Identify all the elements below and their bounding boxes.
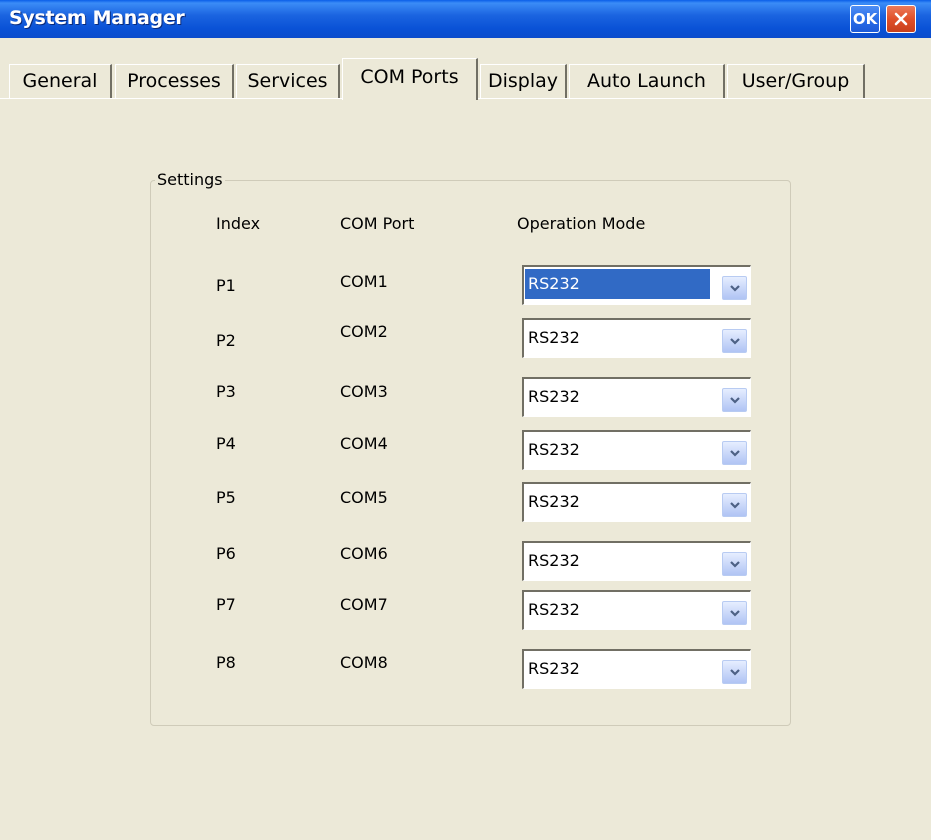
row-index: P5 — [216, 488, 236, 507]
settings-group-label: Settings — [155, 170, 225, 189]
tab-processes[interactable]: Processes — [115, 64, 234, 98]
operation-mode-select-p1[interactable]: RS232 — [522, 265, 751, 305]
row-index: P6 — [216, 544, 236, 563]
chevron-down-icon — [729, 501, 740, 509]
chevron-down-icon — [729, 449, 740, 457]
row-index: P8 — [216, 653, 236, 672]
dropdown-button[interactable] — [722, 329, 747, 353]
row-index: P1 — [216, 276, 236, 295]
operation-mode-select-p5[interactable]: RS232 — [522, 482, 751, 522]
chevron-down-icon — [729, 337, 740, 345]
tab-label: COM Ports — [360, 66, 459, 88]
chevron-down-icon — [729, 609, 740, 617]
ok-button[interactable]: OK — [850, 5, 880, 33]
operation-mode-select-p8[interactable]: RS232 — [522, 649, 751, 689]
header-index: Index — [216, 214, 261, 233]
combo-value: RS232 — [525, 269, 710, 299]
combo-value: RS232 — [528, 492, 580, 511]
tab-user-group[interactable]: User/Group — [727, 64, 865, 98]
dropdown-button[interactable] — [722, 552, 747, 576]
tab-services[interactable]: Services — [236, 64, 340, 98]
combo-value: RS232 — [528, 600, 580, 619]
header-com-port: COM Port — [340, 214, 415, 233]
row-index: P4 — [216, 434, 236, 453]
row-index: P3 — [216, 382, 236, 401]
title-bar: System Manager OK — [0, 0, 931, 38]
dropdown-button[interactable] — [722, 388, 747, 412]
tab-label: General — [22, 70, 98, 92]
row-index: P2 — [216, 331, 236, 350]
combo-value: RS232 — [528, 387, 580, 406]
row-index: P7 — [216, 595, 236, 614]
tab-label: Processes — [127, 70, 221, 92]
tab-auto-launch[interactable]: Auto Launch — [569, 64, 725, 98]
tab-display[interactable]: Display — [480, 64, 567, 98]
ok-label: OK — [852, 10, 878, 28]
row-com-port: COM8 — [340, 653, 388, 672]
row-com-port: COM3 — [340, 382, 388, 401]
chevron-down-icon — [729, 284, 740, 292]
operation-mode-select-p6[interactable]: RS232 — [522, 541, 751, 581]
header-operation-mode: Operation Mode — [517, 214, 646, 233]
operation-mode-select-p2[interactable]: RS232 — [522, 318, 751, 358]
combo-value: RS232 — [528, 328, 580, 347]
row-com-port: COM6 — [340, 544, 388, 563]
close-icon — [894, 12, 908, 26]
dropdown-button[interactable] — [722, 493, 747, 517]
operation-mode-select-p3[interactable]: RS232 — [522, 377, 751, 417]
dropdown-button[interactable] — [722, 441, 747, 465]
combo-value: RS232 — [528, 551, 580, 570]
tab-general[interactable]: General — [9, 64, 112, 98]
combo-value: RS232 — [528, 659, 580, 678]
combo-value: RS232 — [528, 440, 580, 459]
tab-label: User/Group — [741, 70, 850, 92]
row-com-port: COM5 — [340, 488, 388, 507]
row-com-port: COM1 — [340, 272, 388, 291]
operation-mode-select-p7[interactable]: RS232 — [522, 590, 751, 630]
dropdown-button[interactable] — [722, 601, 747, 625]
chevron-down-icon — [729, 560, 740, 568]
close-button[interactable] — [886, 5, 916, 33]
tab-label: Display — [487, 70, 559, 92]
tab-label: Auto Launch — [587, 70, 706, 92]
dropdown-button[interactable] — [722, 660, 747, 684]
dropdown-button[interactable] — [722, 276, 747, 300]
chevron-down-icon — [729, 668, 740, 676]
row-com-port: COM2 — [340, 322, 388, 341]
chevron-down-icon — [729, 396, 740, 404]
row-com-port: COM4 — [340, 434, 388, 453]
operation-mode-select-p4[interactable]: RS232 — [522, 430, 751, 470]
tab-label: Services — [247, 70, 328, 92]
window-title: System Manager — [9, 7, 185, 29]
tab-com-ports[interactable]: COM Ports — [342, 58, 478, 100]
row-com-port: COM7 — [340, 595, 388, 614]
